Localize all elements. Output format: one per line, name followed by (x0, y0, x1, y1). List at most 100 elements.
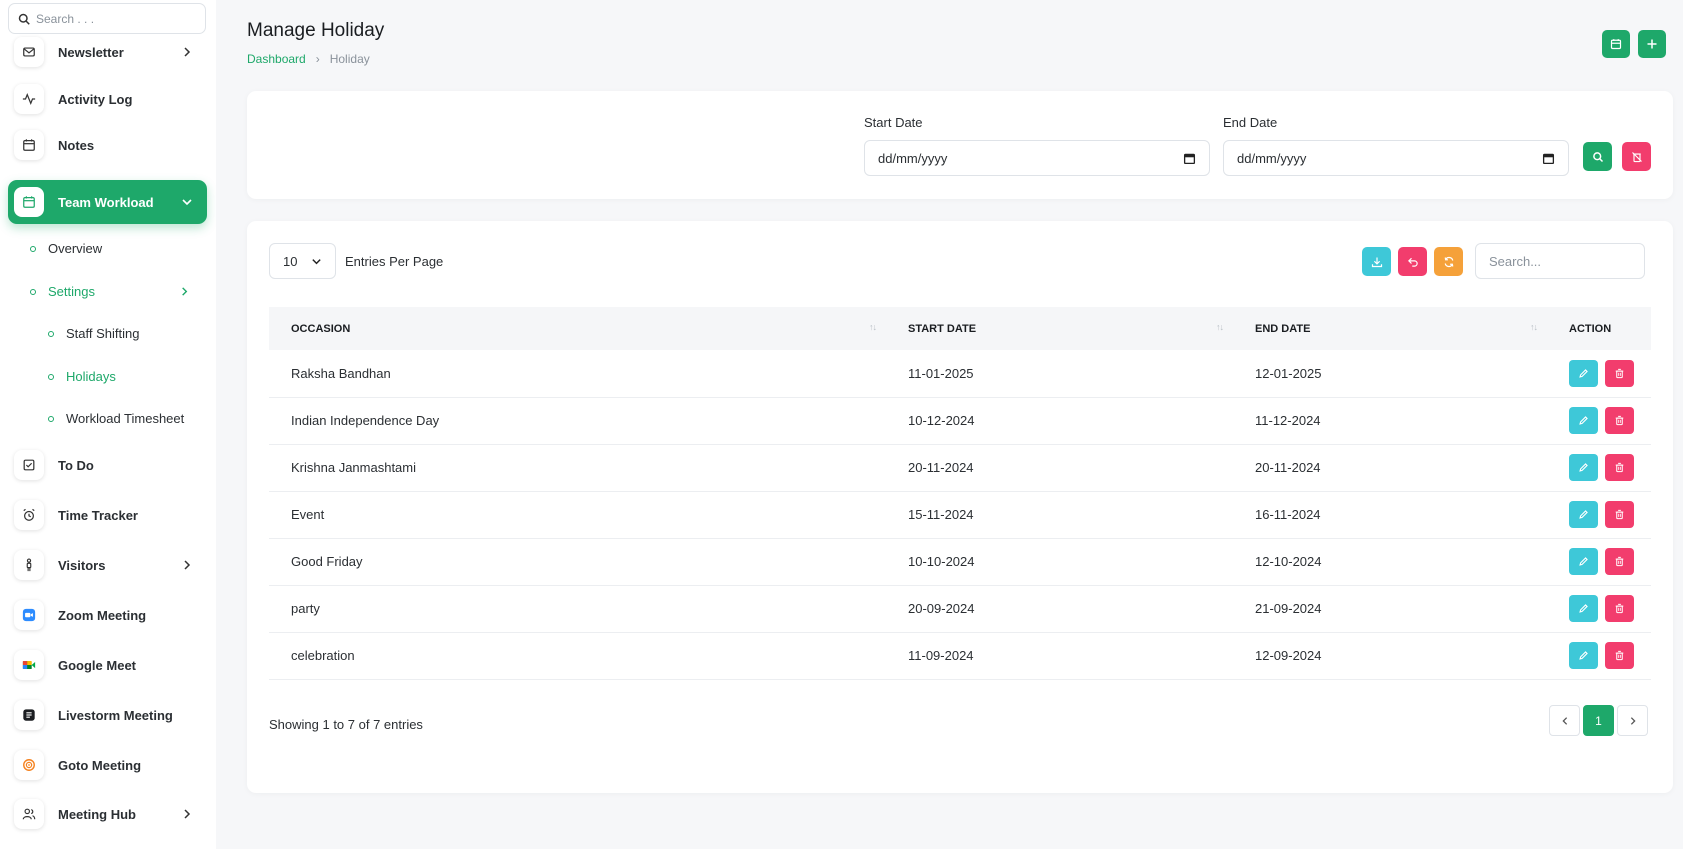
table-body: Raksha Bandhan 11-01-2025 12-01-2025 Indian… (269, 350, 1651, 679)
calendar-icon[interactable] (1183, 152, 1196, 165)
sidebar-item-meeting-hub[interactable]: Meeting Hub (8, 792, 207, 836)
submenu-holidays[interactable]: Holidays (48, 369, 116, 384)
cell-start-date: 20-09-2024 (908, 601, 975, 616)
edit-button[interactable] (1569, 501, 1598, 528)
undo-icon (1407, 257, 1418, 267)
delete-button[interactable] (1605, 642, 1634, 669)
cell-action (1547, 538, 1651, 585)
delete-button[interactable] (1605, 501, 1634, 528)
sidebar-item-label: Google Meet (58, 657, 137, 673)
delete-button[interactable] (1605, 548, 1634, 575)
submenu-staff-shifting[interactable]: Staff Shifting (48, 326, 139, 341)
trash-icon (1615, 603, 1624, 614)
add-holiday-button[interactable] (1638, 30, 1666, 58)
holiday-table-card: 10 Entries Per Page OCCASION↑↓ START DAT… (247, 221, 1673, 793)
cell-occasion: Event (291, 507, 325, 522)
sidebar-item-label: Livestorm Meeting (58, 707, 173, 723)
pagination: 1 (1549, 705, 1648, 736)
sidebar-item-label: Meeting Hub (58, 806, 136, 822)
trash-icon (1615, 650, 1624, 661)
submenu-label: Workload Timesheet (66, 411, 185, 426)
previous-page-button[interactable] (1549, 705, 1580, 736)
sidebar-item-label: Time Tracker (58, 507, 138, 523)
sidebar-item-google-meet[interactable]: Google Meet (8, 643, 207, 687)
trash-off-icon (1631, 151, 1642, 162)
table-row: Indian Independence Day 10-12-2024 11-12-2… (269, 397, 1651, 444)
start-date-input[interactable]: dd/mm/yyyy (864, 140, 1210, 176)
column-header-occasion[interactable]: OCCASION ↑↓ (269, 307, 886, 350)
cell-end-date: 12-09-2024 (1255, 648, 1322, 663)
table-row: Good Friday 10-10-2024 12-10-2024 (269, 538, 1651, 585)
bullet-icon (48, 330, 54, 337)
submenu-workload-timesheet[interactable]: Workload Timesheet (48, 411, 184, 426)
table-search-input[interactable] (1475, 243, 1645, 279)
holiday-table: OCCASION ↑↓ START DATE ↑↓ END DATE ↑↓ ACTIO… (269, 307, 1651, 680)
column-header-start-date[interactable]: START DATE ↑↓ (886, 307, 1233, 350)
trash-icon (1615, 368, 1624, 378)
trash-icon (1615, 415, 1624, 426)
next-page-button[interactable] (1617, 705, 1648, 736)
cell-end-date: 20-11-2024 (1255, 460, 1321, 475)
sidebar-item-team-workload[interactable]: Team Workload (8, 180, 207, 224)
sidebar-item-time-tracker[interactable]: Time Tracker (8, 493, 207, 537)
pencil-icon (1579, 510, 1588, 519)
sidebar-item-goto-meeting[interactable]: Goto Meeting (8, 743, 207, 787)
edit-button[interactable] (1569, 548, 1598, 575)
calendar-icon (1610, 39, 1622, 50)
table-row: Raksha Bandhan 11-01-2025 12-01-2025 (269, 350, 1651, 397)
clear-filter-button[interactable] (1622, 142, 1651, 171)
sort-icon[interactable]: ↑↓ (1216, 322, 1224, 332)
sidebar-item-label: Zoom Meeting (58, 607, 147, 623)
sidebar-item-to-do[interactable]: To Do (8, 443, 207, 487)
edit-button[interactable] (1569, 595, 1598, 622)
apply-filter-button[interactable] (1583, 142, 1612, 171)
sidebar-search-input[interactable] (36, 11, 196, 26)
calendar-view-button[interactable] (1602, 30, 1630, 58)
breadcrumb-current: Holiday (329, 52, 370, 66)
calendar-icon (14, 130, 44, 160)
sidebar-item-livestorm-meeting[interactable]: Livestorm Meeting (8, 693, 207, 737)
edit-button[interactable] (1569, 407, 1598, 434)
submenu-overview[interactable]: Overview (30, 241, 102, 256)
page-button-current[interactable]: 1 (1583, 705, 1614, 736)
cell-start-date: 20-11-2024 (908, 460, 974, 475)
users-icon (14, 799, 44, 829)
submenu-settings[interactable]: Settings (30, 284, 190, 299)
cell-action (1547, 585, 1651, 632)
sidebar-item-activity-log[interactable]: Activity Log (8, 77, 207, 121)
breadcrumb-link-dashboard[interactable]: Dashboard (247, 52, 306, 66)
calendar-icon (14, 187, 44, 217)
entries-per-page-select[interactable]: 10 (269, 243, 336, 279)
sidebar: Newsletter Activity Log Notes Team Workl… (0, 0, 216, 849)
export-button[interactable] (1362, 247, 1391, 276)
sort-icon[interactable]: ↑↓ (1530, 322, 1538, 332)
cell-occasion: party (291, 601, 320, 616)
edit-button[interactable] (1569, 359, 1598, 387)
cell-action (1547, 444, 1651, 491)
submenu-label: Staff Shifting (66, 326, 140, 341)
delete-button[interactable] (1605, 407, 1634, 434)
delete-button[interactable] (1605, 595, 1634, 622)
sidebar-item-newsletter[interactable]: Newsletter (8, 30, 207, 74)
cell-end-date: 16-11-2024 (1255, 507, 1321, 522)
undo-button[interactable] (1398, 247, 1427, 276)
pagination-info: Showing 1 to 7 of 7 entries (269, 717, 423, 732)
bullet-icon (48, 373, 54, 380)
refresh-button[interactable] (1434, 247, 1463, 276)
pencil-icon (1579, 557, 1588, 566)
edit-button[interactable] (1569, 454, 1598, 481)
sidebar-item-visitors[interactable]: Visitors (8, 543, 207, 587)
calendar-icon[interactable] (1542, 152, 1555, 165)
delete-button[interactable] (1605, 454, 1634, 481)
table-header-row: OCCASION ↑↓ START DATE ↑↓ END DATE ↑↓ ACTIO… (269, 307, 1651, 350)
sidebar-item-notes[interactable]: Notes (8, 123, 207, 167)
sidebar-item-zoom-meeting[interactable]: Zoom Meeting (8, 593, 207, 637)
column-header-end-date[interactable]: END DATE ↑↓ (1233, 307, 1547, 350)
mail-icon (14, 37, 44, 67)
pencil-icon (1579, 651, 1588, 660)
delete-button[interactable] (1605, 359, 1634, 387)
edit-button[interactable] (1569, 642, 1598, 669)
end-date-input[interactable]: dd/mm/yyyy (1223, 140, 1569, 176)
column-header-action: ACTION (1569, 322, 1612, 335)
sort-icon[interactable]: ↑↓ (869, 322, 877, 332)
